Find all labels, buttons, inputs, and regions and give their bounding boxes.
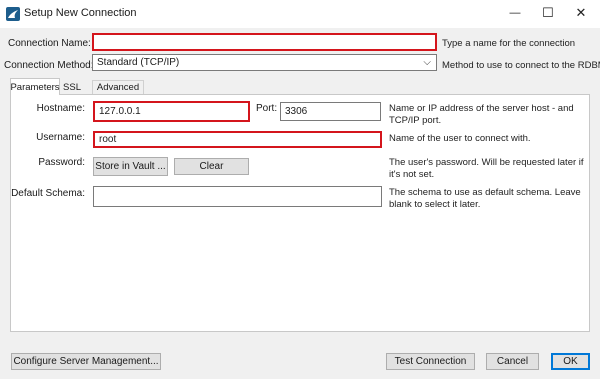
chevron-down-icon: ⌵ bbox=[423, 57, 431, 68]
close-button[interactable]: ✕ bbox=[569, 2, 593, 24]
default-schema-label: Default Schema: bbox=[11, 188, 85, 199]
password-label: Password: bbox=[38, 157, 85, 168]
username-input[interactable]: root bbox=[93, 131, 382, 148]
app-icon bbox=[6, 7, 20, 21]
connection-method-hint: Method to use to connect to the RDBMS bbox=[442, 60, 600, 71]
connection-name-hint: Type a name for the connection bbox=[442, 38, 576, 49]
configure-server-management-button[interactable]: Configure Server Management... bbox=[11, 353, 161, 370]
connection-name-label: Connection Name: bbox=[8, 38, 91, 49]
parameters-panel bbox=[10, 94, 590, 332]
tab-ssl[interactable]: SSL bbox=[60, 80, 84, 94]
connection-method-value: Standard (TCP/IP) bbox=[97, 57, 180, 68]
hostname-hint: Name or IP address of the server host - … bbox=[389, 103, 574, 126]
username-label: Username: bbox=[36, 132, 85, 143]
maximize-button[interactable]: ☐ bbox=[536, 2, 560, 24]
tab-advanced[interactable]: Advanced bbox=[92, 80, 144, 94]
ok-button[interactable]: OK bbox=[551, 353, 590, 370]
hostname-input[interactable]: 127.0.0.1 bbox=[93, 101, 250, 122]
hostname-label: Hostname: bbox=[36, 103, 85, 114]
port-label: Port: bbox=[256, 103, 278, 114]
cancel-button[interactable]: Cancel bbox=[486, 353, 539, 370]
default-schema-hint: The schema to use as default schema. Lea… bbox=[389, 187, 581, 210]
username-hint: Name of the user to connect with. bbox=[389, 133, 531, 144]
window-title: Setup New Connection bbox=[24, 7, 137, 19]
port-input[interactable]: 3306 bbox=[280, 102, 381, 121]
connection-method-label: Connection Method: bbox=[4, 60, 94, 71]
test-connection-button[interactable]: Test Connection bbox=[386, 353, 475, 370]
tab-parameters[interactable]: Parameters bbox=[10, 78, 60, 95]
connection-method-select[interactable]: Standard (TCP/IP) ⌵ bbox=[92, 54, 437, 71]
minimize-button[interactable]: — bbox=[503, 2, 527, 24]
connection-name-input[interactable] bbox=[92, 33, 437, 51]
password-hint: The user's password. Will be requested l… bbox=[389, 157, 584, 180]
default-schema-input[interactable] bbox=[93, 186, 382, 207]
clear-password-button[interactable]: Clear bbox=[174, 158, 249, 175]
store-in-vault-button[interactable]: Store in Vault ... bbox=[93, 157, 168, 176]
